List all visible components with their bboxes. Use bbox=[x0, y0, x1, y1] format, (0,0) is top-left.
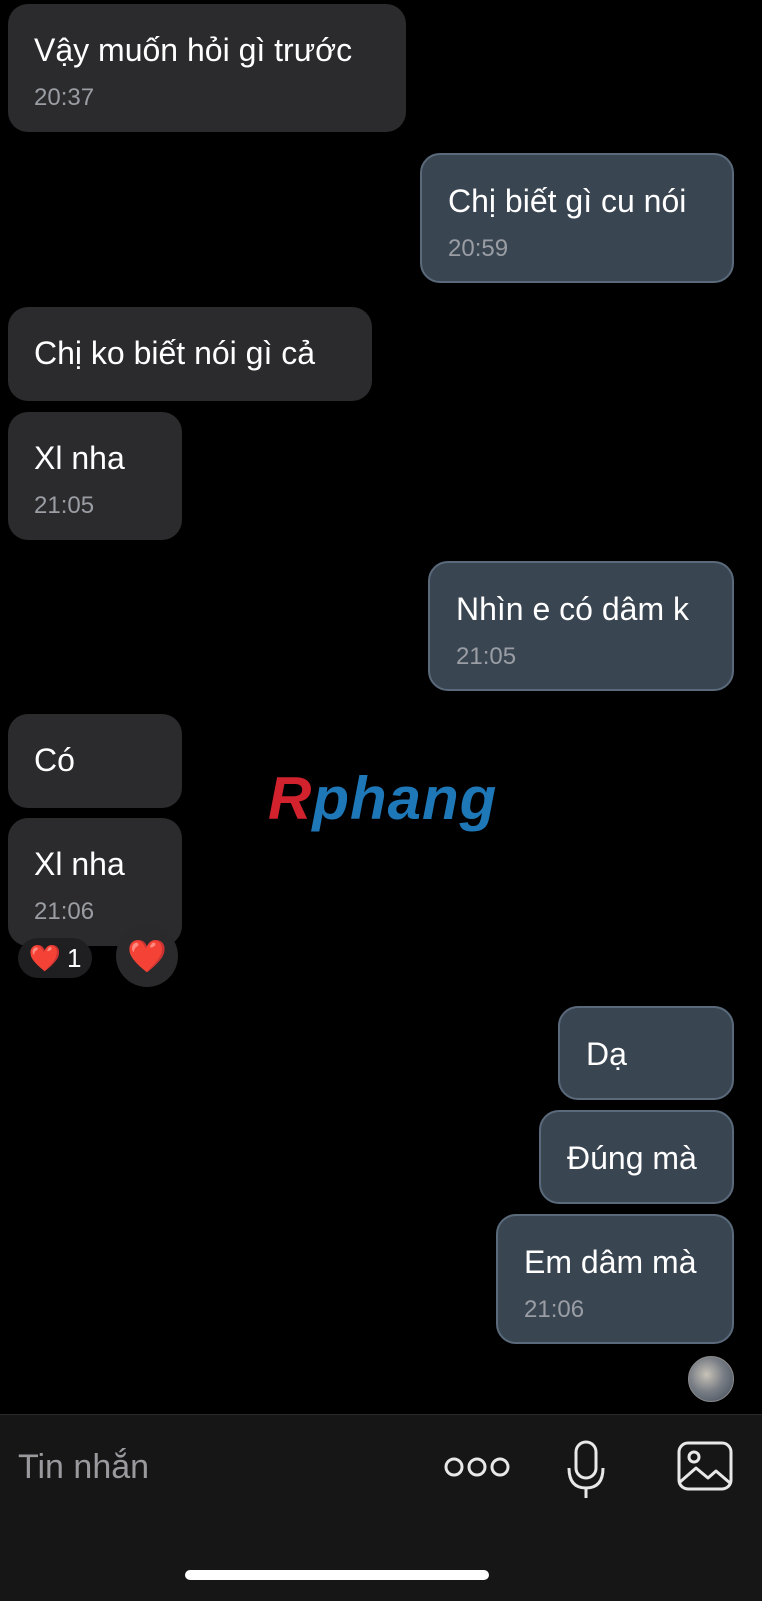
message-bubble-incoming[interactable]: Chị ko biết nói gì cả bbox=[8, 307, 372, 401]
quick-reaction-heart-button[interactable]: ❤️ bbox=[116, 925, 178, 987]
message-text: Dạ bbox=[586, 1036, 627, 1072]
message-time: 20:59 bbox=[448, 235, 509, 262]
message-bubble-outgoing[interactable]: Đúng mà bbox=[539, 1110, 734, 1204]
message-time: 21:06 bbox=[34, 898, 95, 925]
message-text: Em dâm mà bbox=[524, 1244, 697, 1280]
heart-icon: ❤️ bbox=[28, 942, 61, 973]
message-time: 21:05 bbox=[34, 492, 95, 519]
image-gallery-icon[interactable] bbox=[676, 1440, 734, 1492]
watermark-logo: Rphang bbox=[268, 765, 498, 832]
message-time: 21:05 bbox=[456, 643, 517, 670]
message-text: Vậy muốn hỏi gì trước bbox=[34, 32, 353, 68]
message-bubble-outgoing[interactable]: Nhìn e có dâm k 21:05 bbox=[428, 561, 734, 691]
message-bubble-outgoing[interactable]: Dạ bbox=[558, 1006, 734, 1100]
message-text: Xl nha bbox=[34, 846, 125, 882]
more-dots-icon[interactable] bbox=[444, 1452, 510, 1482]
message-text: Nhìn e có dâm k bbox=[456, 591, 689, 627]
message-bubble-incoming[interactable]: Xl nha 21:05 bbox=[8, 412, 182, 540]
microphone-icon[interactable] bbox=[566, 1440, 606, 1502]
message-text: Chị ko biết nói gì cả bbox=[34, 335, 316, 371]
message-bubble-incoming[interactable]: Vậy muốn hỏi gì trước 20:37 bbox=[8, 4, 406, 132]
message-bubble-incoming[interactable]: Có bbox=[8, 714, 182, 808]
heart-icon: ❤️ bbox=[127, 938, 167, 974]
message-text: Chị biết gì cu nói bbox=[448, 183, 687, 219]
message-bubble-outgoing[interactable]: Chị biết gì cu nói 20:59 bbox=[420, 153, 734, 283]
message-text: Xl nha bbox=[34, 440, 125, 476]
message-text: Đúng mà bbox=[567, 1140, 697, 1176]
message-input[interactable]: Tin nhắn bbox=[18, 1448, 149, 1487]
home-indicator bbox=[185, 1570, 489, 1580]
message-time: 20:37 bbox=[34, 84, 95, 111]
message-bubble-outgoing[interactable]: Em dâm mà 21:06 bbox=[496, 1214, 734, 1344]
read-receipt-avatar bbox=[688, 1356, 734, 1402]
reaction-count: 1 bbox=[66, 942, 82, 973]
message-time: 21:06 bbox=[524, 1296, 585, 1323]
reaction-summary[interactable]: ❤️ 1 bbox=[18, 938, 92, 978]
message-text: Có bbox=[34, 742, 75, 778]
